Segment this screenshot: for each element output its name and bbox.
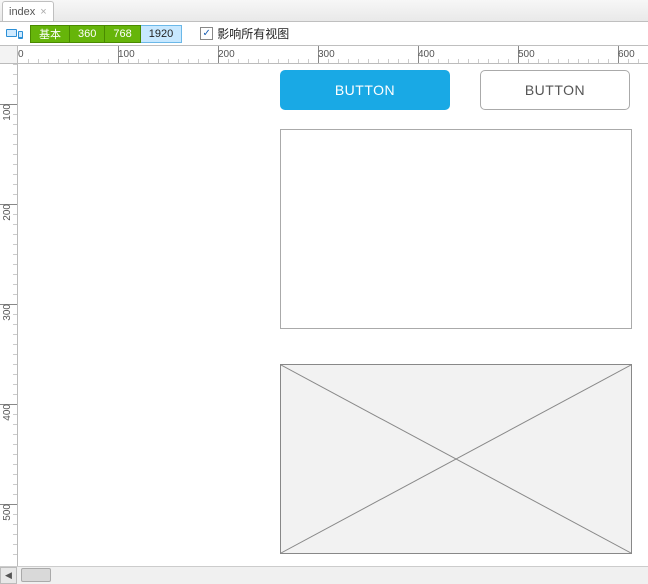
scroll-left-arrow-icon[interactable]: ◀ <box>0 567 17 584</box>
scroll-track[interactable] <box>17 567 648 584</box>
tab-index[interactable]: index × <box>2 1 54 21</box>
breakpoint-768[interactable]: 768 <box>105 25 140 43</box>
design-canvas[interactable]: BUTTON BUTTON <box>18 64 648 566</box>
affect-all-label: 影响所有视图 <box>217 25 289 42</box>
outline-button-widget[interactable]: BUTTON <box>480 70 630 110</box>
breakpoint-1920[interactable]: 1920 <box>141 25 182 43</box>
primary-button-widget[interactable]: BUTTON <box>280 70 450 110</box>
horizontal-scrollbar[interactable]: ◀ <box>0 566 648 584</box>
affect-all-views-checkbox[interactable]: ✓ 影响所有视图 <box>200 25 289 42</box>
devices-icon[interactable] <box>6 27 24 41</box>
image-placeholder-widget[interactable] <box>280 364 632 554</box>
scroll-thumb[interactable] <box>21 568 51 582</box>
checkbox-icon: ✓ <box>200 27 213 40</box>
workspace: 0 100 200 300 400 500 600 100 200 300 40… <box>0 46 648 584</box>
breakpoint-toolbar: 基本 360 768 1920 ✓ 影响所有视图 <box>0 22 648 46</box>
ruler-vertical[interactable]: 100 200 300 400 500 <box>0 64 18 566</box>
breakpoint-360[interactable]: 360 <box>70 25 105 43</box>
ruler-corner <box>0 46 18 64</box>
panel-widget[interactable] <box>280 129 632 329</box>
breakpoint-basic[interactable]: 基本 <box>30 25 70 43</box>
close-icon[interactable]: × <box>40 6 46 18</box>
tab-label: index <box>9 6 35 18</box>
tab-bar: index × <box>0 0 648 22</box>
ruler-horizontal[interactable]: 0 100 200 300 400 500 600 <box>18 46 648 64</box>
